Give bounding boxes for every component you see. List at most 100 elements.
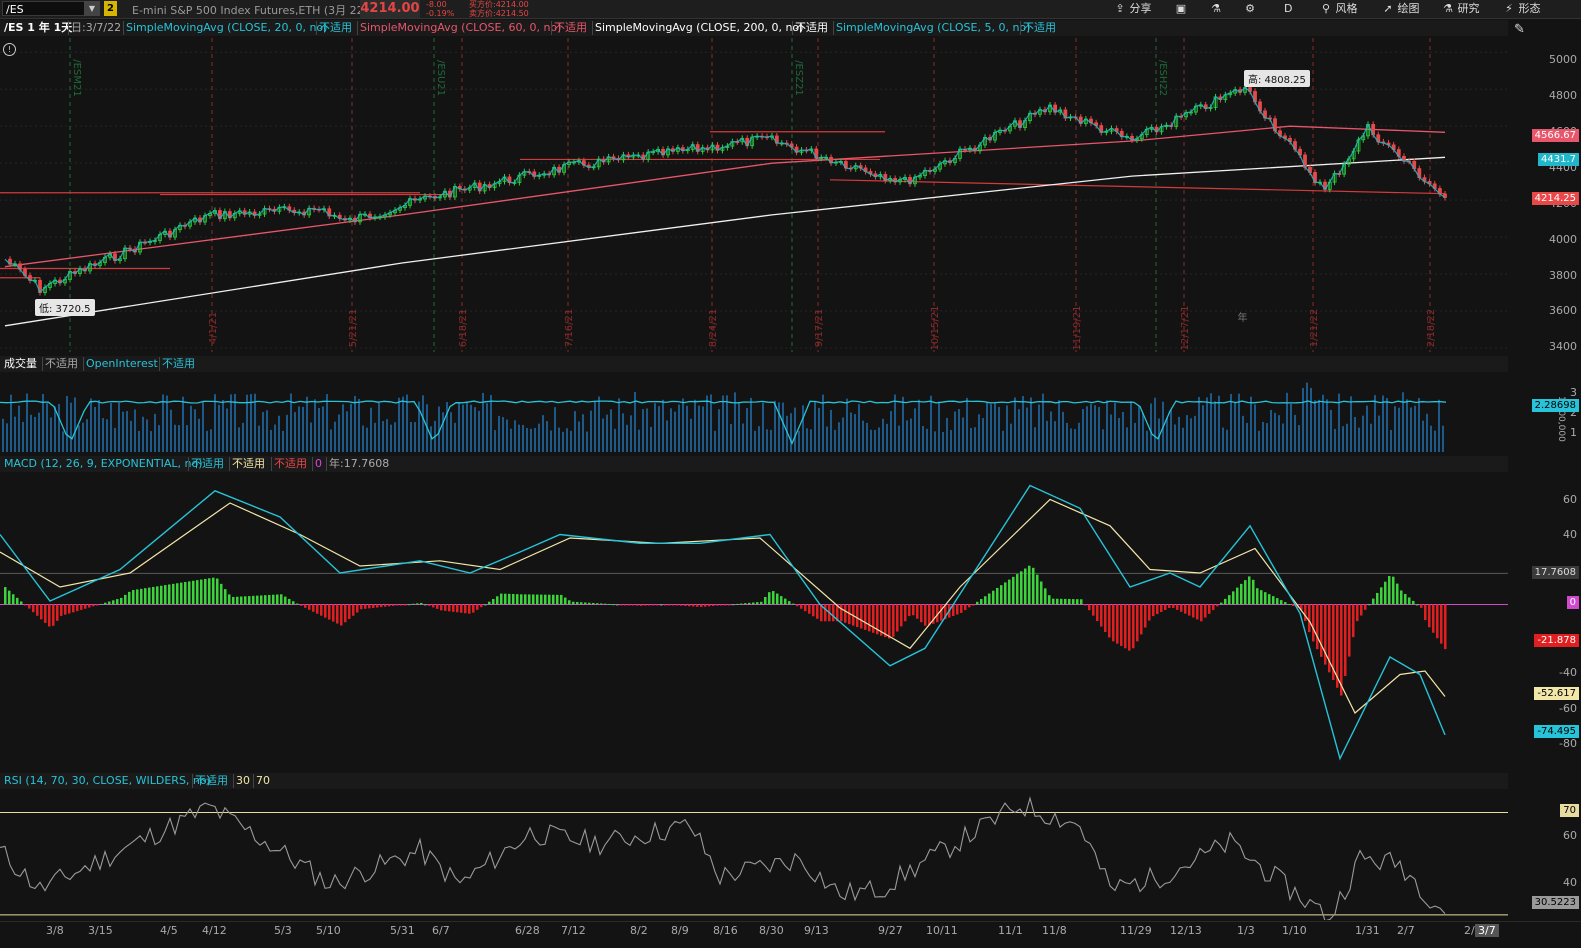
bid-price: 买方价:4214.00: [469, 0, 529, 9]
sma60-value: 不适用: [551, 21, 589, 35]
volume-bar: [298, 406, 300, 452]
volume-bar: [658, 406, 660, 452]
volume-bar: [454, 422, 456, 452]
instrument-description: E-mini S&P 500 Index Futures,ETH (3月 22): [132, 4, 368, 17]
volume-bar: [266, 410, 268, 452]
volume-bar: [750, 397, 752, 452]
volume-chart[interactable]: [0, 374, 1508, 452]
volume-bar: [262, 412, 264, 452]
macd-histogram-bar: [360, 604, 363, 610]
volume-bar: [1050, 411, 1052, 452]
macd-histogram-bar: [660, 604, 663, 606]
macd-histogram-bar: [1256, 588, 1259, 605]
volume-bar: [78, 425, 80, 452]
macd-title[interactable]: MACD (12, 26, 9, EXPONENTIAL, no): [2, 457, 205, 471]
macd-histogram-bar: [184, 581, 187, 605]
style-icon: ⚲: [1321, 2, 1331, 15]
macd-histogram-bar: [692, 604, 695, 607]
volume-bar: [546, 421, 548, 452]
volume-bar: [606, 414, 608, 452]
screenshot-button[interactable]: ▣: [1175, 0, 1187, 18]
macd-histogram-bar: [244, 596, 247, 605]
macd-histogram-bar: [600, 603, 603, 605]
volume-bar: [162, 394, 164, 452]
sma200-value: 不适用: [792, 21, 830, 35]
settings-button[interactable]: ⚙: [1244, 0, 1256, 18]
macd-histogram-bar: [296, 603, 299, 605]
macd-histogram-bar: [48, 604, 51, 627]
volume-bar: [1082, 408, 1084, 452]
earnings-marker-label: 5/21/21: [348, 309, 359, 348]
volume-bar: [578, 421, 580, 452]
volume-bar: [1006, 405, 1008, 452]
volume-bar: [690, 418, 692, 452]
macd-histogram-bar: [1348, 604, 1351, 657]
studies-button[interactable]: ⚗ 研究: [1442, 0, 1479, 18]
macd-histogram-bar: [68, 604, 71, 614]
volume-bar: [726, 395, 728, 452]
macd-histogram-bar: [92, 604, 95, 607]
volume-bar: [174, 424, 176, 452]
sma60-label[interactable]: SimpleMovingAvg (CLOSE, 60, 0, no): [357, 21, 563, 35]
volume-title[interactable]: 成交量: [2, 357, 39, 371]
macd-histogram-bar: [408, 604, 411, 606]
change-pct: -0.19%: [426, 9, 455, 18]
volume-bar: [1022, 395, 1024, 452]
volume-bar: [1350, 396, 1352, 452]
x-axis-tick: 1/10: [1282, 924, 1307, 937]
volume-bar: [338, 414, 340, 452]
volume-bar: [730, 424, 732, 452]
macd-histogram-bar: [716, 604, 719, 606]
volume-bar: [902, 396, 904, 452]
price-axis-tick: 4000: [1549, 233, 1577, 246]
volume-bar: [542, 415, 544, 452]
volume-bar: [346, 411, 348, 452]
macd-histogram-bar: [1440, 604, 1443, 644]
volume-bar: [218, 404, 220, 452]
volume-bar: [866, 422, 868, 452]
macd-histogram-bar: [764, 597, 767, 605]
macd-histogram-bar: [740, 603, 743, 605]
x-axis-tick: 5/10: [316, 924, 341, 937]
macd-histogram-bar: [236, 596, 239, 605]
macd-histogram-bar: [460, 604, 463, 613]
draw-button[interactable]: ➚ 绘图: [1382, 0, 1419, 18]
macd-histogram-bar: [588, 602, 591, 605]
sma5-label[interactable]: SimpleMovingAvg (CLOSE, 5, 0, no): [833, 21, 1032, 35]
link-badge[interactable]: 2: [104, 1, 117, 16]
volume-bar: [1214, 401, 1216, 452]
volume-bar: [994, 402, 996, 452]
sma200-label[interactable]: SimpleMovingAvg (CLOSE, 200, 0, no): [592, 21, 805, 35]
oi-label[interactable]: OpenInterest: [83, 357, 160, 371]
macd-histogram-bar: [1172, 604, 1175, 608]
macd-histogram-bar: [800, 604, 803, 609]
volume-bar: [138, 431, 140, 452]
volume-bar: [706, 395, 708, 452]
volume-bar: [930, 395, 932, 452]
volume-bar: [1170, 409, 1172, 452]
style-button[interactable]: ⚲ 风格: [1320, 0, 1358, 18]
volume-bar: [590, 410, 592, 452]
macd-histogram-bar: [564, 597, 567, 605]
symbol-dropdown-icon[interactable]: ▼: [84, 1, 100, 16]
volume-bar: [154, 413, 156, 452]
share-button[interactable]: ⇪ 分享: [1114, 0, 1151, 18]
volume-bar: [850, 412, 852, 452]
macd-histogram-bar: [788, 601, 791, 605]
flask-button[interactable]: ⚗: [1210, 0, 1222, 18]
volume-bar: [1294, 414, 1296, 452]
rsi-chart[interactable]: [0, 792, 1508, 920]
macd-histogram-bar: [392, 604, 395, 606]
volume-bar: [538, 423, 540, 452]
volume-bar: [1394, 406, 1396, 452]
macd-chart[interactable]: [0, 474, 1508, 768]
macd-histogram-bar: [20, 601, 23, 605]
macd-histogram-bar: [592, 602, 595, 605]
volume-bar: [830, 409, 832, 452]
macd-histogram-bar: [684, 604, 687, 607]
sma20-label[interactable]: SimpleMovingAvg (CLOSE, 20, 0, no): [123, 21, 329, 35]
volume-bar: [686, 405, 688, 452]
rsi-title[interactable]: RSI (14, 70, 30, CLOSE, WILDERS, no): [2, 774, 213, 788]
macd-histogram-bar: [748, 602, 751, 605]
period-button[interactable]: D: [1284, 0, 1292, 18]
